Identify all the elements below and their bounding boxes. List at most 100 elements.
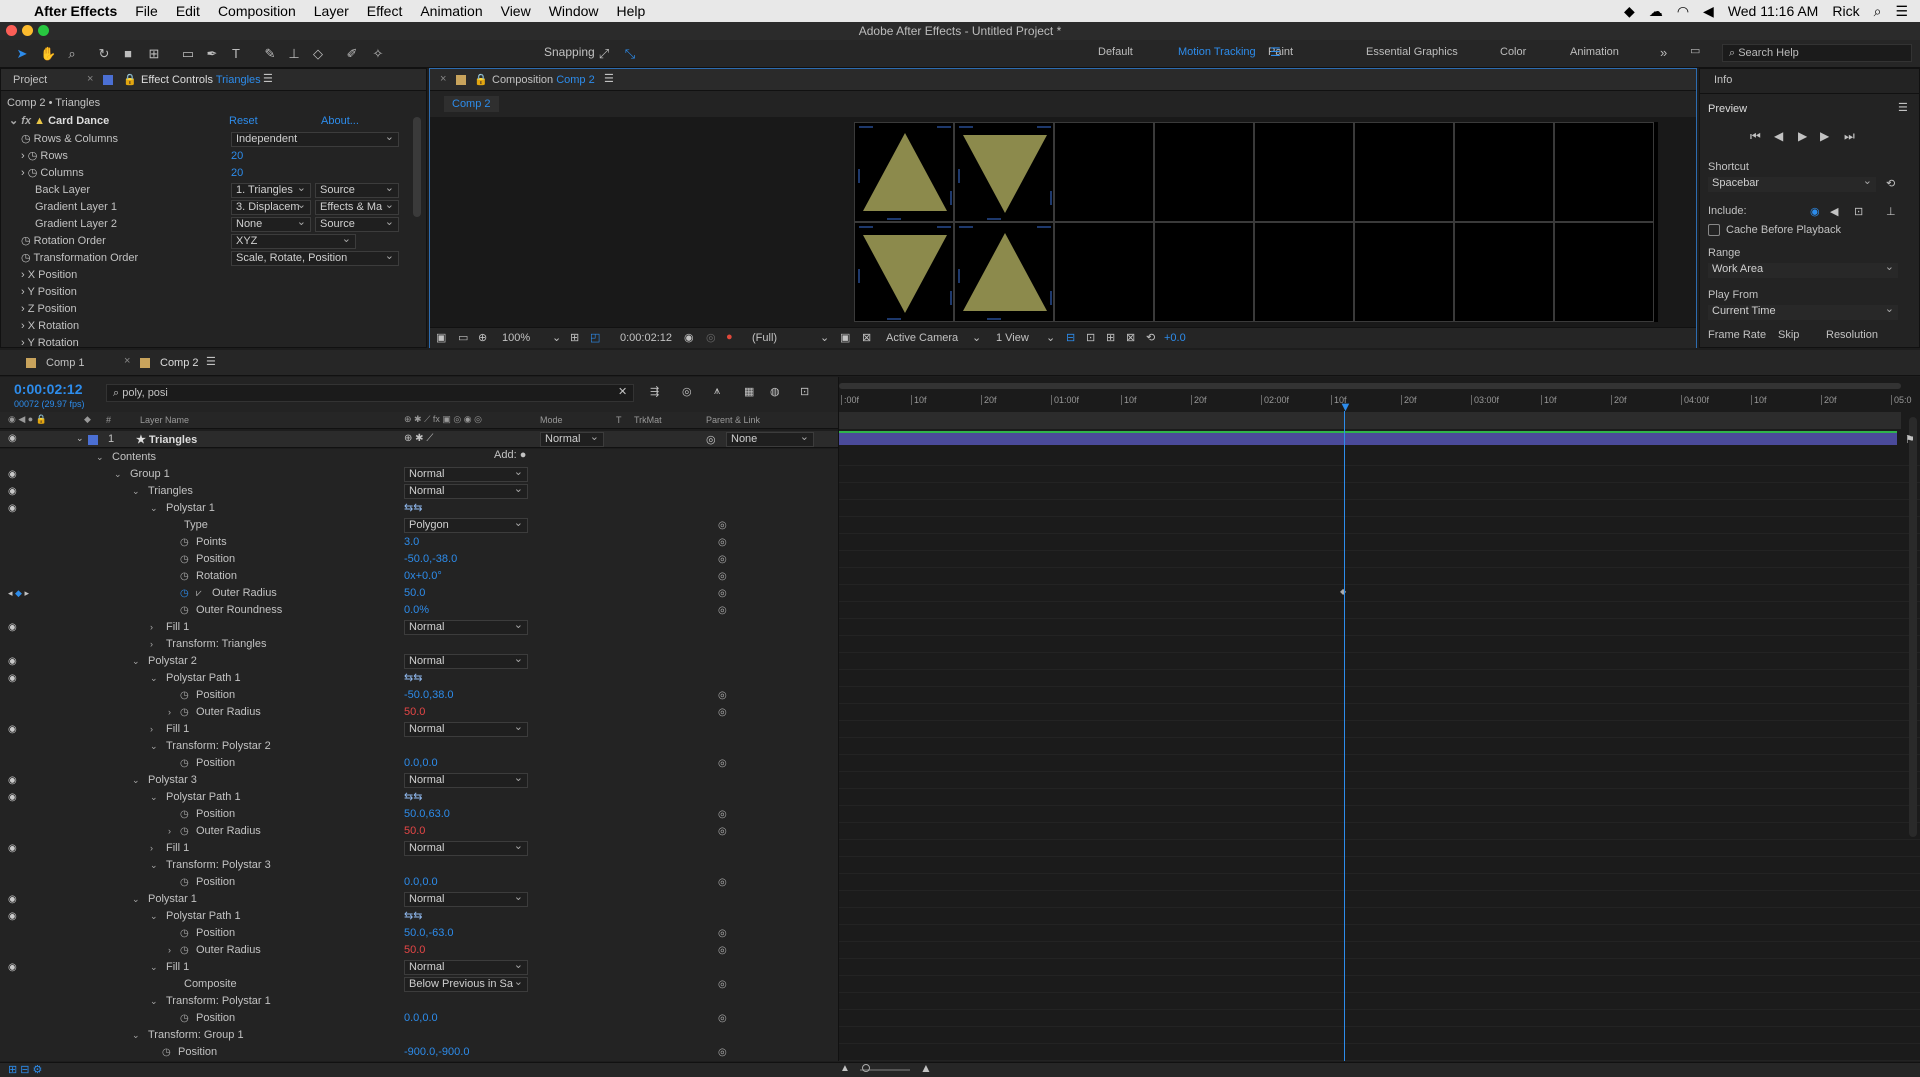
reset-icon[interactable]: ⟲ [1886, 177, 1895, 190]
chevron-down-icon[interactable]: ⌄ [972, 331, 981, 344]
property-row[interactable]: ◷ Position 50.0,63.0 ◎ [0, 806, 838, 823]
chevron-down-icon[interactable]: ⌄ [150, 670, 160, 687]
track-row[interactable] [839, 908, 1920, 925]
stopwatch-icon[interactable]: ◷ [180, 874, 192, 888]
track-row[interactable] [839, 704, 1920, 721]
eye-icon[interactable]: ◉ [8, 433, 17, 444]
blend-mode-select[interactable]: Normal [404, 654, 528, 669]
layer-name-header[interactable]: Layer Name [140, 415, 189, 425]
property-value[interactable]: 50.0,63.0 [404, 806, 450, 823]
zoom-in-icon[interactable]: ▲ [920, 1061, 932, 1075]
property-row[interactable]: ◷ Position 0.0,0.0 ◎ [0, 755, 838, 772]
property-row[interactable]: ◷ Position -50.0,38.0 ◎ [0, 687, 838, 704]
property-value[interactable]: -50.0,38.0 [404, 687, 454, 704]
menu-window[interactable]: Window [540, 3, 608, 19]
zoom-slider-handle[interactable] [862, 1064, 870, 1072]
property-value[interactable]: 50.0,-63.0 [404, 925, 454, 942]
layer-switches-toggle-icon[interactable]: ⊞ ⊟ ⚙ [8, 1063, 42, 1076]
track-row[interactable] [839, 483, 1920, 500]
zoom-out-icon[interactable]: ▲ [840, 1063, 850, 1074]
property-value[interactable]: 0x+0.0° [404, 568, 442, 585]
camera-select[interactable]: Active Camera [886, 332, 958, 344]
parent-header[interactable]: Parent & Link [706, 415, 760, 425]
property-select[interactable]: None [231, 217, 311, 232]
timeline-timecode[interactable]: 0:00:02:12 [14, 381, 83, 397]
chevron-down-icon[interactable]: ⌄ [1046, 331, 1055, 344]
pickwhip-icon[interactable]: ◎ [718, 568, 727, 585]
clock[interactable]: Wed 11:16 AM [1728, 3, 1819, 19]
eye-icon[interactable]: ◉ [8, 500, 20, 517]
menu-edit[interactable]: Edit [167, 3, 209, 19]
track-row[interactable] [839, 823, 1920, 840]
property-row[interactable]: ⌄ Contents [0, 449, 838, 466]
track-row[interactable] [839, 1010, 1920, 1027]
property-row[interactable]: ◷ Position 50.0,-63.0 ◎ [0, 925, 838, 942]
current-time-indicator[interactable] [1344, 411, 1345, 1061]
show-snapshot-icon[interactable]: ◎ [706, 331, 716, 344]
property-value[interactable]: 50.0 [404, 704, 425, 721]
property-select[interactable]: Scale, Rotate, Position [231, 251, 399, 266]
label-swatch[interactable] [88, 435, 98, 445]
track-row[interactable] [839, 925, 1920, 942]
pickwhip-icon[interactable]: ◎ [718, 517, 727, 534]
track-row[interactable] [839, 1044, 1920, 1061]
blend-mode-select[interactable]: Normal [404, 841, 528, 856]
pickwhip-icon[interactable]: ◎ [718, 585, 727, 602]
blend-mode-select[interactable]: Normal [404, 960, 528, 975]
effect-property-row[interactable]: ◷ Rows & Columns [21, 131, 118, 148]
property-select-secondary[interactable]: Effects & Ma [315, 200, 399, 215]
property-select[interactable]: Independent [231, 132, 399, 147]
track-row[interactable] [839, 636, 1920, 653]
menu-animation[interactable]: Animation [411, 3, 491, 19]
timeline-graph[interactable]: :00f 10f 20f 01:00f 10f 20f 02:00f 10f 20f 03:00f… [838, 377, 1920, 1061]
pickwhip-icon[interactable]: ◎ [718, 925, 727, 942]
workspace-animation[interactable]: Animation [1570, 46, 1619, 58]
triangle-down-shape[interactable] [855, 223, 955, 323]
chevron-right-icon[interactable]: › [168, 942, 178, 959]
effect-property-row[interactable]: ◷ Transformation Order [21, 250, 138, 267]
blend-mode-select[interactable]: Normal [404, 467, 528, 482]
chevron-down-icon[interactable]: ⌄ [132, 1027, 142, 1044]
triangle-up-shape[interactable] [955, 223, 1055, 323]
minimize-window-button[interactable] [22, 25, 33, 36]
track-row[interactable] [839, 619, 1920, 636]
eye-icon[interactable]: ◉ [8, 840, 20, 857]
property-value[interactable]: 0.0% [404, 602, 429, 619]
effect-property-row[interactable]: › X Position [21, 267, 77, 284]
track-row[interactable] [839, 806, 1920, 823]
workspace-overflow-icon[interactable]: » [1660, 45, 1667, 60]
property-value[interactable]: -50.0,-38.0 [404, 551, 457, 568]
disclosure-icon[interactable]: › [21, 320, 28, 332]
composition-mini-flowchart-icon[interactable]: ⇶ [650, 385, 659, 398]
property-row[interactable]: ◉ › Fill 1 Normal [0, 619, 838, 636]
track-row[interactable] [839, 789, 1920, 806]
property-select[interactable]: 1. Triangles [231, 183, 311, 198]
twirl-icon[interactable]: ⌄ [76, 433, 84, 444]
reset-link[interactable]: Reset [229, 113, 258, 130]
effect-row[interactable]: ⌄ fx ▲ Card Dance [9, 113, 109, 130]
menu-view[interactable]: View [492, 3, 540, 19]
effect-property-row[interactable]: › Z Position [21, 301, 77, 318]
app-menu[interactable]: After Effects [25, 3, 126, 19]
chevron-down-icon[interactable]: ⌄ [150, 857, 160, 874]
puppet-tool-icon[interactable]: ✧ [370, 46, 386, 62]
property-value[interactable]: 0.0,0.0 [404, 755, 438, 772]
chevron-down-icon[interactable]: ⌄ [150, 738, 160, 755]
property-row[interactable]: › Transform: Triangles [0, 636, 838, 653]
snap-icon[interactable]: ⤢ [596, 46, 612, 62]
zoom-select[interactable]: 100% [502, 332, 530, 344]
track-row[interactable] [839, 551, 1920, 568]
tab-effect-controls[interactable]: Effect Controls Triangles [141, 74, 261, 86]
track-row[interactable] [839, 534, 1920, 551]
chevron-right-icon[interactable]: › [168, 704, 178, 721]
close-icon[interactable]: × [440, 73, 446, 85]
blend-mode-select[interactable]: Below Previous in Sa [404, 977, 528, 992]
property-row[interactable]: ◷ Rotation 0x+0.0° ◎ [0, 568, 838, 585]
close-window-button[interactable] [6, 25, 17, 36]
current-time[interactable]: 0:00:02:12 [620, 332, 672, 344]
dropbox-icon[interactable]: ◆ [1624, 3, 1635, 20]
resolution-select[interactable]: (Full) [752, 332, 777, 344]
property-row[interactable]: ◷ Position -900.0,-900.0 ◎ [0, 1044, 838, 1061]
property-row[interactable]: ◷ Outer Roundness 0.0% ◎ [0, 602, 838, 619]
stopwatch-icon[interactable]: ◷ [180, 806, 192, 820]
